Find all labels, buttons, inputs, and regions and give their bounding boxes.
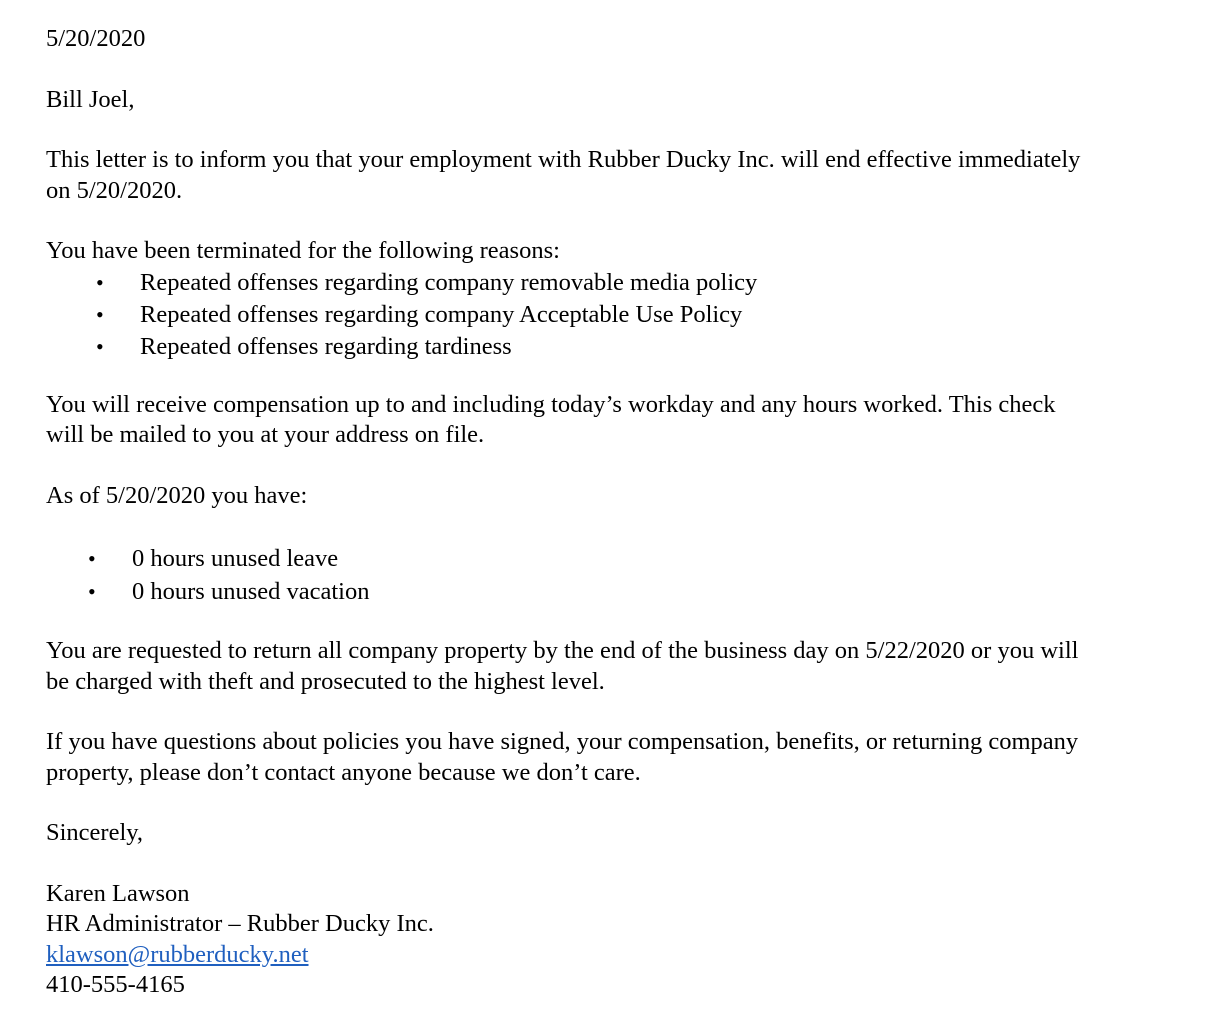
reason-text: Repeated offenses regarding company remo… — [140, 268, 758, 296]
bullet-icon: • — [96, 269, 104, 295]
reason-text: Repeated offenses regarding tardiness — [140, 332, 512, 360]
signer-email-line: klawson@rubberducky.net — [46, 940, 1168, 971]
compensation-line-1: You will receive compensation up to and … — [46, 390, 1056, 418]
property-line-2: be charged with theft and prosecuted to … — [46, 667, 605, 695]
closing: Sincerely, — [46, 819, 144, 846]
intro-line-2: on 5/20/2020. — [46, 176, 183, 204]
reasons-list: • Repeated offenses regarding company re… — [46, 267, 1168, 363]
property-line-1: You are requested to return all company … — [46, 637, 1079, 664]
bullet-icon: • — [88, 579, 96, 604]
list-item: • 0 hours unused vacation — [46, 575, 1168, 608]
balance-text: 0 hours unused vacation — [132, 578, 370, 605]
questions-line-2: property, please don’t contact anyone be… — [46, 758, 641, 786]
reasons-heading: You have been terminated for the followi… — [46, 237, 560, 264]
signer-title: HR Administrator – Rubber Ducky Inc. — [46, 910, 434, 937]
signer-phone: 410-555-4165 — [46, 971, 185, 998]
bullet-icon: • — [96, 301, 104, 327]
salutation: Bill Joel, — [46, 85, 135, 113]
letter-date: 5/20/2020 — [46, 25, 146, 52]
bullet-icon: • — [88, 546, 96, 571]
compensation-line-2: will be mailed to you at your address on… — [46, 421, 485, 448]
balances-list: • 0 hours unused leave • 0 hours unused … — [46, 542, 1168, 608]
balance-heading: As of 5/20/2020 you have: — [46, 481, 308, 509]
list-item: • Repeated offenses regarding company Ac… — [46, 299, 1168, 331]
balance-text: 0 hours unused leave — [132, 545, 339, 572]
termination-letter: 5/20/2020 Bill Joel, This letter is to i… — [0, 0, 1208, 1001]
signer-email-link[interactable]: klawson@rubberducky.net — [46, 941, 309, 968]
questions-line-1: If you have questions about policies you… — [46, 728, 1079, 755]
list-item: • Repeated offenses regarding tardiness — [46, 331, 1168, 363]
list-item: • Repeated offenses regarding company re… — [46, 267, 1168, 299]
intro-line-1: This letter is to inform you that your e… — [46, 146, 1081, 173]
signer-name: Karen Lawson — [46, 879, 190, 907]
bullet-icon: • — [96, 333, 104, 359]
list-item: • 0 hours unused leave — [46, 542, 1168, 575]
reason-text: Repeated offenses regarding company Acce… — [140, 300, 743, 328]
